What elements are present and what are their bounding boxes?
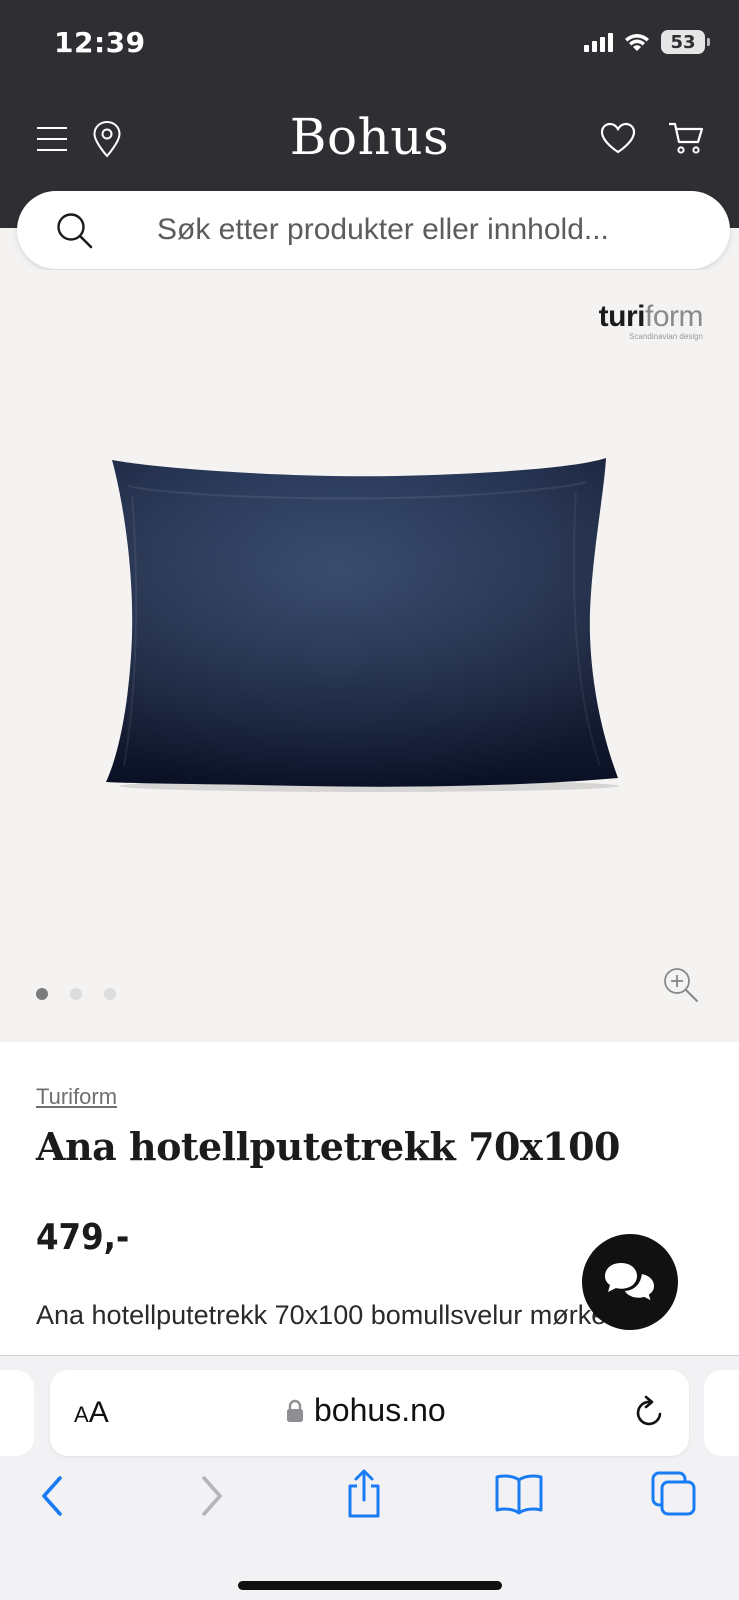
brand-logo: turiform Scandinavian design <box>598 300 704 341</box>
battery-icon: 53 <box>661 30 710 54</box>
url-text: bohus.no <box>314 1392 446 1428</box>
bookmarks-icon[interactable] <box>494 1472 544 1516</box>
cart-icon[interactable] <box>667 120 705 156</box>
cellular-signal-icon <box>584 32 613 52</box>
search-input[interactable] <box>157 191 697 269</box>
home-indicator[interactable] <box>238 1581 502 1590</box>
product-gallery[interactable]: turiform Scandinavian design <box>0 270 739 1042</box>
brand-link[interactable]: Turiform <box>36 1084 117 1110</box>
product-price: 479,- <box>36 1217 130 1258</box>
browser-toolbar <box>0 1469 739 1534</box>
wifi-icon <box>625 34 649 51</box>
back-icon[interactable] <box>38 1474 66 1518</box>
status-icons: 53 <box>584 30 710 54</box>
address-bar[interactable]: AA bohus.no <box>50 1370 689 1456</box>
product-description: Ana hotellputetrekk 70x100 bomullsvelur … <box>36 1300 643 1330</box>
product-title: Ana hotellputetrekk 70x100 <box>36 1124 620 1169</box>
gallery-dot-3[interactable] <box>104 988 116 1000</box>
next-tab-preview[interactable] <box>704 1370 739 1456</box>
gallery-dot-2[interactable] <box>70 988 82 1000</box>
brand-logo-light: form <box>645 300 704 333</box>
browser-bottom-bar: AA bohus.no <box>0 1355 739 1600</box>
search-bar[interactable] <box>17 191 730 269</box>
heart-icon[interactable] <box>599 121 637 155</box>
text-size-button[interactable]: AA <box>74 1396 109 1430</box>
status-time: 12:39 <box>54 26 146 59</box>
previous-tab-preview[interactable] <box>0 1370 34 1456</box>
product-image[interactable] <box>106 456 632 794</box>
lock-icon <box>287 1399 303 1422</box>
forward-icon[interactable] <box>198 1474 226 1518</box>
chat-button[interactable] <box>582 1234 678 1330</box>
share-icon[interactable] <box>344 1468 384 1520</box>
reload-icon[interactable] <box>633 1394 667 1430</box>
gallery-pagination[interactable] <box>36 988 116 1000</box>
gallery-dot-1[interactable] <box>36 988 48 1000</box>
brand-logo-bold: turi <box>598 300 646 333</box>
tabs-icon[interactable] <box>650 1470 698 1518</box>
chat-bubbles-icon <box>605 1263 657 1304</box>
url-display[interactable]: bohus.no <box>286 1392 446 1429</box>
search-icon <box>57 213 93 249</box>
zoom-in-icon[interactable] <box>662 966 700 1004</box>
